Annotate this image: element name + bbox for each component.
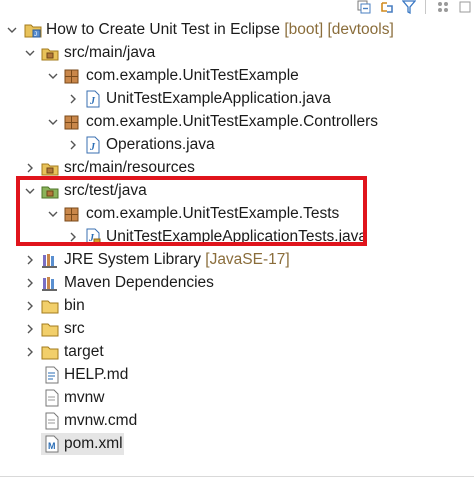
svg-text:M: M bbox=[48, 441, 56, 451]
chevron-down-icon[interactable] bbox=[47, 70, 59, 82]
source-folder-icon bbox=[41, 163, 59, 176]
tree-item-label: pom.xml bbox=[64, 435, 123, 452]
tree-item-jre-system-library[interactable]: JRE System Library [JavaSE-17] bbox=[0, 249, 474, 271]
chevron-right-icon[interactable] bbox=[24, 300, 36, 312]
tree-item-operations-java[interactable]: J Operations.java bbox=[0, 134, 474, 156]
tree-item-label: com.example.UnitTestExample bbox=[86, 67, 299, 84]
tree-item-label: src/main/java bbox=[64, 44, 156, 61]
project-icon: J bbox=[24, 24, 42, 38]
tree-item-label: JRE System Library [JavaSE-17] bbox=[64, 251, 290, 268]
tree-item-src[interactable]: src bbox=[0, 318, 474, 340]
tree-item-package-unittestexample[interactable]: com.example.UnitTestExample bbox=[0, 65, 474, 87]
chevron-right-icon[interactable] bbox=[24, 323, 36, 335]
tree-item-label: mvnw.cmd bbox=[64, 412, 138, 429]
java-file-icon: J bbox=[86, 90, 100, 108]
tree-item-unittestexampleapplication-java[interactable]: J UnitTestExampleApplication.java bbox=[0, 88, 474, 110]
svg-text:J: J bbox=[89, 96, 96, 107]
svg-text:J: J bbox=[89, 142, 96, 153]
folder-icon bbox=[41, 346, 59, 360]
tree-item-bin[interactable]: bin bbox=[0, 295, 474, 317]
file-icon bbox=[45, 389, 59, 407]
tree-item-label: HELP.md bbox=[64, 366, 129, 383]
chevron-down-icon[interactable] bbox=[47, 116, 59, 128]
tree-item-label: src bbox=[64, 320, 85, 337]
library-icon bbox=[42, 277, 57, 291]
svg-text:J: J bbox=[34, 32, 37, 38]
chevron-right-icon[interactable] bbox=[24, 162, 36, 174]
chevron-right-icon[interactable] bbox=[24, 277, 36, 289]
tree-item-label: Maven Dependencies bbox=[64, 274, 214, 291]
tree-item-package-controllers[interactable]: com.example.UnitTestExample.Controllers bbox=[0, 111, 474, 133]
tree-item-project[interactable]: J How to Create Unit Test in Eclipse [bo… bbox=[0, 19, 474, 41]
source-folder-icon bbox=[41, 48, 59, 61]
file-icon bbox=[45, 412, 59, 430]
chevron-right-icon[interactable] bbox=[24, 254, 36, 266]
tree-item-label: src/main/resources bbox=[64, 159, 195, 176]
package-icon bbox=[64, 69, 79, 84]
folder-icon bbox=[41, 323, 59, 337]
chevron-right-icon[interactable] bbox=[67, 93, 79, 105]
tree-item-help-md[interactable]: HELP.md bbox=[0, 364, 474, 386]
tree-item-src-main-java[interactable]: src/main/java bbox=[0, 42, 474, 64]
tree-item-maven-dependencies[interactable]: Maven Dependencies bbox=[0, 272, 474, 294]
tree-item-label: com.example.UnitTestExample.Controllers bbox=[86, 113, 379, 130]
panel-bottom-border bbox=[0, 476, 474, 477]
tree-item-label: mvnw bbox=[64, 389, 105, 406]
folder-icon bbox=[41, 300, 59, 314]
annotation-highlight-box bbox=[16, 176, 367, 246]
package-icon bbox=[64, 115, 79, 130]
chevron-down-icon[interactable] bbox=[6, 24, 18, 36]
tree-item-mvnw-cmd[interactable]: mvnw.cmd bbox=[0, 410, 474, 432]
chevron-down-icon[interactable] bbox=[24, 47, 36, 59]
library-icon bbox=[42, 254, 57, 268]
markdown-file-icon bbox=[45, 366, 59, 384]
maven-pom-icon: M bbox=[45, 435, 59, 453]
java-file-icon: J bbox=[86, 136, 100, 154]
tree-item-target[interactable]: target bbox=[0, 341, 474, 363]
chevron-right-icon[interactable] bbox=[67, 139, 79, 151]
tree-item-mvnw[interactable]: mvnw bbox=[0, 387, 474, 409]
tree-item-label: How to Create Unit Test in Eclipse [boot… bbox=[46, 21, 394, 38]
tree-item-label: bin bbox=[64, 297, 85, 314]
tree-item-pom-xml[interactable]: M pom.xml bbox=[0, 433, 474, 455]
tree-item-label: target bbox=[64, 343, 104, 360]
tree-item-label: Operations.java bbox=[106, 136, 215, 153]
chevron-right-icon[interactable] bbox=[24, 346, 36, 358]
tree-item-label: UnitTestExampleApplication.java bbox=[106, 90, 331, 107]
